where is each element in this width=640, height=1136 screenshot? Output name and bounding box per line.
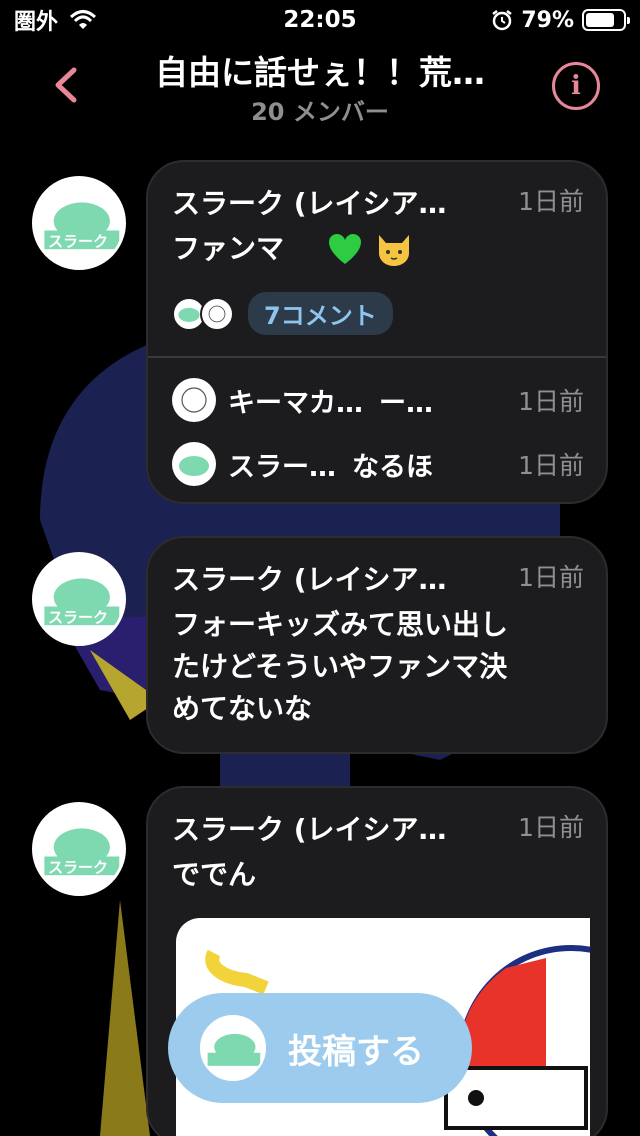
chat-title: 自由に話せぇ！！荒…: [155, 53, 485, 92]
svg-text:スラーク: スラーク: [48, 858, 108, 876]
message-time: 1日前: [518, 813, 584, 842]
status-bar: 圏外 22:05 79%: [0, 0, 640, 40]
author-avatar[interactable]: スラーク: [32, 802, 126, 896]
reply-author: キーマカ…: [228, 387, 363, 419]
message-time: 1日前: [518, 187, 584, 216]
message-author[interactable]: スラーク (レイシア…: [172, 808, 506, 848]
comment-count-badge[interactable]: 7コメント: [248, 292, 393, 335]
post-button[interactable]: 投稿する: [168, 993, 472, 1103]
reply-time: 1日前: [518, 451, 584, 480]
svg-text:スラーク: スラーク: [48, 232, 108, 250]
message-text: フォーキッズみて思い出し たけどそういやファンマ決 めてないな: [172, 608, 509, 725]
alarm-icon: [492, 10, 513, 31]
reply-text: ー…: [379, 387, 433, 419]
wifi-icon: [70, 10, 97, 29]
reply-time: 1日前: [518, 387, 584, 416]
clock: 22:05: [283, 7, 357, 33]
author-avatar[interactable]: スラーク: [32, 552, 126, 646]
svg-text:スラーク: スラーク: [48, 608, 108, 626]
reply-text: なるほ: [352, 451, 433, 483]
message-text: ででん: [172, 858, 257, 891]
battery-percent: 79%: [521, 7, 574, 33]
divider: [148, 356, 606, 358]
message-bubble[interactable]: スラーク (レイシア… 1日前 フォーキッズみて思い出し たけどそういやファンマ…: [146, 536, 608, 754]
message-time: 1日前: [518, 563, 584, 592]
reply-author: スラー…: [228, 451, 336, 483]
battery-icon: [582, 9, 630, 31]
reply-avatar: [172, 442, 216, 486]
user-avatar: [200, 1015, 266, 1081]
cat-emoji: [378, 235, 409, 266]
post-button-label: 投稿する: [288, 1031, 424, 1072]
message-text: ファンマ: [172, 228, 412, 270]
back-chevron-icon: [55, 67, 77, 103]
message-author[interactable]: スラーク (レイシア…: [172, 558, 506, 598]
battery-level: [586, 13, 615, 27]
reply-row[interactable]: キーマカ… ー… 1日前: [172, 378, 584, 422]
chat-header: 自由に話せぇ！！荒… 20 メンバー i: [0, 40, 640, 130]
info-button[interactable]: i: [552, 62, 600, 110]
carrier-label: 圏外: [14, 10, 59, 35]
reply-avatar: [172, 378, 216, 422]
message-bubble[interactable]: スラーク (レイシア… 1日前 ファンマ 7コメント キーマカ… ー… 1日前 …: [146, 160, 608, 504]
message-author[interactable]: スラーク (レイシア…: [172, 182, 506, 222]
back-button[interactable]: [46, 62, 86, 108]
green-heart-emoji: [328, 234, 361, 264]
author-avatar[interactable]: スラーク: [32, 176, 126, 270]
comment-summary[interactable]: 7コメント: [172, 292, 393, 335]
reply-row[interactable]: スラー… なるほ 1日前: [172, 442, 584, 486]
member-count: 20 メンバー: [251, 98, 389, 126]
info-icon: i: [571, 71, 581, 101]
commenter-avatar: [200, 296, 234, 331]
